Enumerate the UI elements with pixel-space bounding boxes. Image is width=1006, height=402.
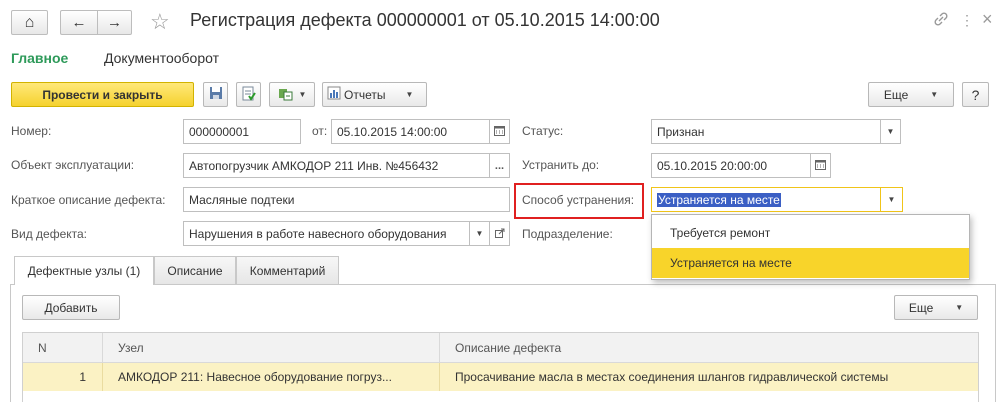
short-desc-field[interactable]: Масляные подтеки bbox=[183, 187, 510, 212]
save-button[interactable] bbox=[203, 82, 228, 107]
section-main[interactable]: Главное bbox=[11, 50, 68, 66]
create-based-on-button[interactable]: ▼ bbox=[269, 82, 315, 107]
post-document-icon bbox=[241, 86, 256, 104]
calendar-icon bbox=[815, 159, 826, 172]
method-value: Устраняется на месте bbox=[657, 192, 781, 207]
reports-button[interactable]: Отчеты ▼ bbox=[322, 82, 427, 107]
table-more-label: Еще bbox=[908, 300, 934, 315]
more-button[interactable]: Еще ▼ bbox=[868, 82, 954, 107]
reports-icon bbox=[327, 86, 341, 103]
object-field[interactable]: Автопогрузчик АМКОДОР 211 Инв. №456432 bbox=[183, 153, 490, 178]
calendar-button[interactable] bbox=[490, 119, 510, 144]
post-button[interactable] bbox=[236, 82, 261, 107]
column-header-defect-description[interactable]: Описание дефекта bbox=[440, 333, 978, 363]
more-vertical-icon[interactable]: ⋮ bbox=[960, 12, 974, 29]
create-based-on-icon bbox=[278, 86, 294, 104]
method-dropdown-button[interactable]: ▼ bbox=[881, 187, 903, 212]
home-icon: ⌂ bbox=[24, 13, 35, 31]
window-title: Регистрация дефекта 000000001 от 05.10.2… bbox=[190, 10, 660, 30]
object-select-button[interactable]: ... bbox=[490, 153, 510, 178]
more-label: Еще bbox=[883, 87, 909, 102]
post-and-close-button[interactable]: Провести и закрыть bbox=[11, 82, 194, 107]
method-dropdown-list: Требуется ремонт Устраняется на месте bbox=[651, 214, 970, 280]
table-cell-number[interactable]: 1 bbox=[23, 363, 103, 391]
chevron-down-icon: ▼ bbox=[298, 90, 307, 99]
dropdown-option-on-site[interactable]: Устраняется на месте bbox=[652, 248, 969, 278]
column-header-number[interactable]: N bbox=[23, 333, 103, 363]
calendar-button[interactable] bbox=[811, 153, 831, 178]
chevron-down-icon: ▼ bbox=[887, 195, 896, 204]
tab-description[interactable]: Описание bbox=[154, 256, 236, 284]
section-docflow[interactable]: Документооборот bbox=[104, 50, 219, 66]
chevron-down-icon: ▼ bbox=[955, 303, 964, 312]
dropdown-option-repair[interactable]: Требуется ремонт bbox=[652, 218, 969, 248]
back-button[interactable]: ← bbox=[60, 10, 97, 35]
chevron-down-icon: ▼ bbox=[930, 90, 939, 99]
defect-type-dropdown-button[interactable]: ▼ bbox=[470, 221, 490, 246]
chevron-down-icon: ▼ bbox=[405, 90, 414, 99]
short-desc-label: Краткое описание дефекта: bbox=[11, 193, 166, 207]
status-field[interactable]: Признан bbox=[651, 119, 881, 144]
number-field[interactable]: 000000001 bbox=[183, 119, 301, 144]
add-row-button[interactable]: Добавить bbox=[22, 295, 120, 320]
defect-type-label: Вид дефекта: bbox=[11, 227, 88, 241]
favorite-star-icon[interactable]: ☆ bbox=[150, 9, 170, 35]
calendar-icon bbox=[494, 125, 505, 138]
save-icon bbox=[209, 86, 223, 103]
reports-label: Отчеты bbox=[344, 87, 386, 102]
open-icon bbox=[494, 228, 505, 240]
table-cell-node[interactable]: АМКОДОР 211: Навесное оборудование погру… bbox=[103, 363, 440, 391]
help-button[interactable]: ? bbox=[962, 82, 989, 107]
fix-by-field[interactable]: 05.10.2015 20:00:00 bbox=[651, 153, 811, 178]
date-from-label: от: bbox=[312, 124, 328, 138]
arrow-left-icon: ← bbox=[71, 14, 87, 31]
method-label: Способ устранения: bbox=[522, 193, 635, 207]
link-icon[interactable] bbox=[934, 12, 948, 29]
column-header-node[interactable]: Узел bbox=[103, 333, 440, 363]
close-icon[interactable]: × bbox=[982, 9, 993, 30]
table-more-button[interactable]: Еще ▼ bbox=[894, 295, 978, 320]
object-label: Объект эксплуатации: bbox=[11, 158, 135, 172]
number-label: Номер: bbox=[11, 124, 52, 138]
status-label: Статус: bbox=[522, 124, 564, 138]
department-label: Подразделение: bbox=[522, 227, 613, 241]
method-field[interactable]: Устраняется на месте bbox=[651, 187, 881, 212]
tab-comment[interactable]: Комментарий bbox=[236, 256, 339, 284]
table-cell-defect-description[interactable]: Просачивание масла в местах соединения ш… bbox=[440, 363, 978, 391]
chevron-down-icon: ▼ bbox=[886, 127, 895, 136]
tab-defect-nodes[interactable]: Дефектные узлы (1) bbox=[14, 256, 154, 285]
chevron-down-icon: ▼ bbox=[475, 229, 484, 238]
fix-by-label: Устранить до: bbox=[522, 158, 600, 172]
home-button[interactable]: ⌂ bbox=[11, 10, 48, 35]
status-dropdown-button[interactable]: ▼ bbox=[881, 119, 901, 144]
forward-button[interactable]: → bbox=[97, 10, 132, 35]
defect-type-field[interactable]: Нарушения в работе навесного оборудовани… bbox=[183, 221, 470, 246]
date-field[interactable]: 05.10.2015 14:00:00 bbox=[331, 119, 490, 144]
defect-type-open-button[interactable] bbox=[490, 221, 510, 246]
arrow-right-icon: → bbox=[107, 14, 122, 31]
